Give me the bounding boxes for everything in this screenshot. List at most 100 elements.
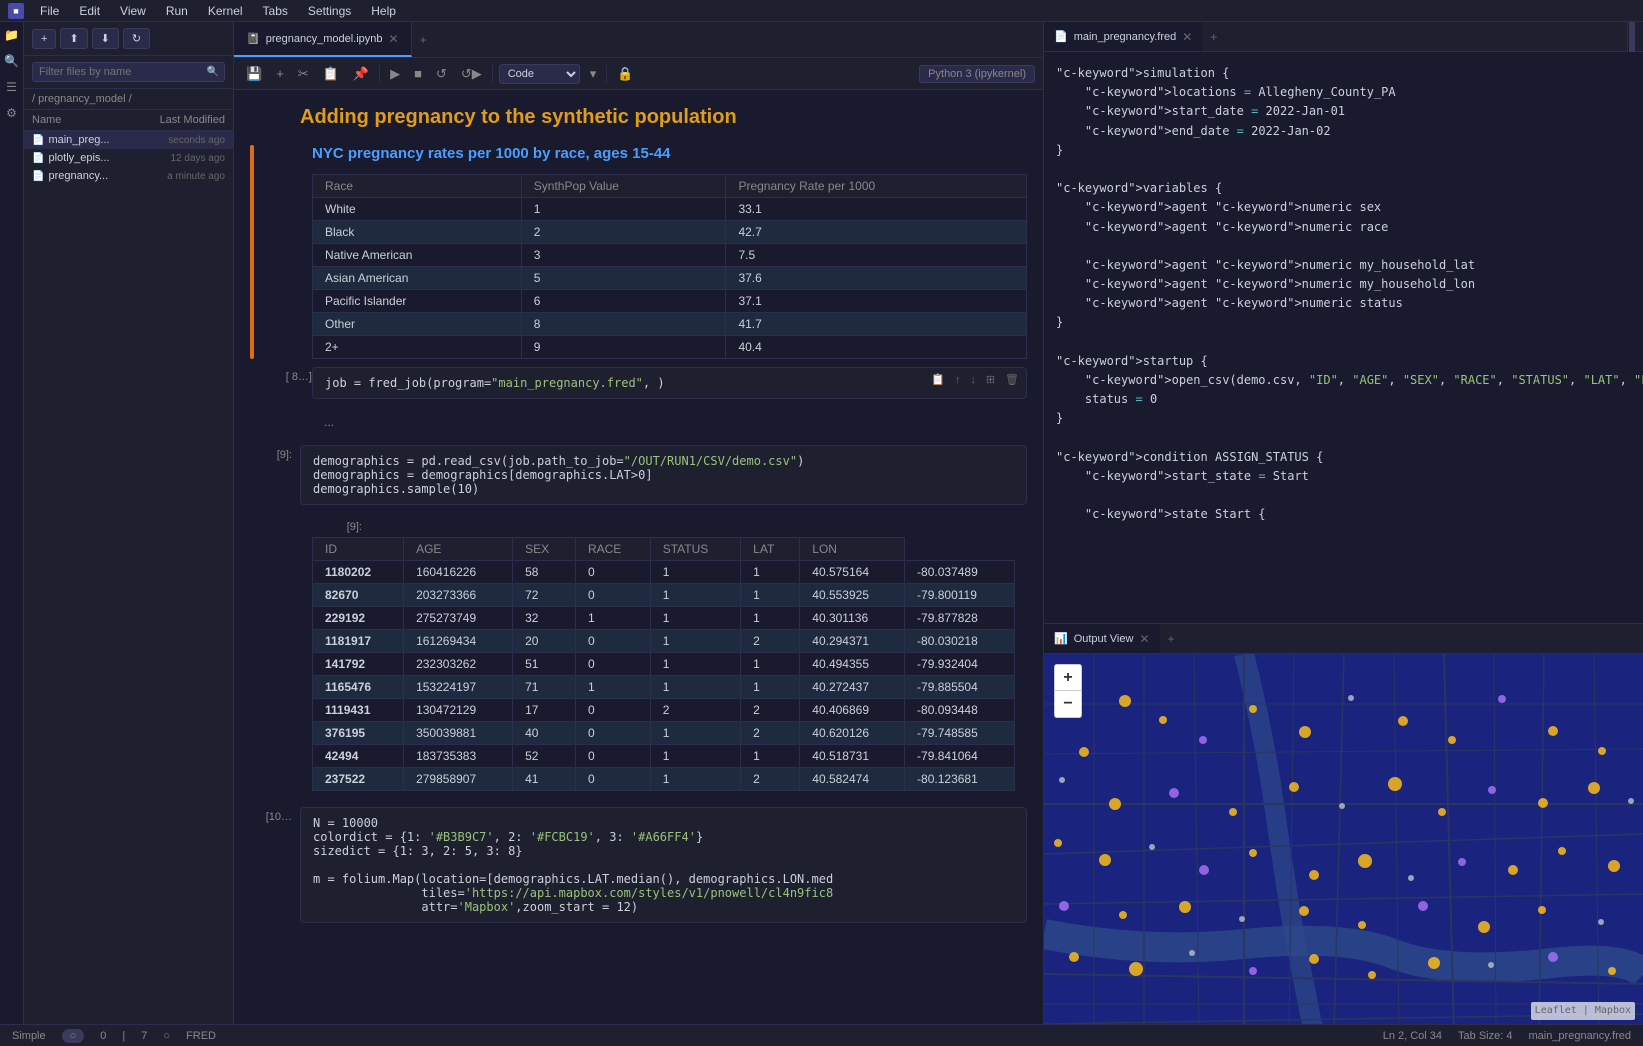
code-line xyxy=(1056,429,1631,448)
status-divider1: | xyxy=(122,1030,125,1042)
cell-delete-btn[interactable]: 🗑 xyxy=(1002,372,1022,387)
map-dot xyxy=(1119,911,1127,919)
cell-type-select[interactable]: Code Markdown xyxy=(499,64,580,84)
menu-run[interactable]: Run xyxy=(162,2,192,20)
file-item-plotly[interactable]: 📄 plotly_epis... 12 days ago xyxy=(24,149,233,167)
code-line: } xyxy=(1056,409,1631,428)
cell-type-chevron[interactable]: ▾ xyxy=(586,64,601,84)
table-row: Native American37.5 xyxy=(313,244,1027,267)
map-dot xyxy=(1628,798,1634,804)
search-input[interactable] xyxy=(32,62,225,82)
copy-button[interactable]: 📋 xyxy=(319,64,343,84)
status-kernel-icon: ○ xyxy=(163,1030,170,1042)
map-dot xyxy=(1299,726,1311,738)
table-row: Other841.7 xyxy=(313,313,1027,336)
cell-up-btn[interactable]: ↑ xyxy=(952,372,964,387)
menu-settings[interactable]: Settings xyxy=(304,2,355,20)
menu-kernel[interactable]: Kernel xyxy=(204,2,247,20)
col-modified-label: Last Modified xyxy=(135,114,225,126)
cut-button[interactable]: ✂ xyxy=(294,64,313,84)
sep1 xyxy=(379,65,380,83)
demo-th: LON xyxy=(800,538,905,561)
sidebar-list-icon[interactable]: ☰ xyxy=(3,78,21,96)
status-toggle[interactable]: ○ xyxy=(62,1029,85,1043)
code-line: "c-keyword">start_date = 2022-Jan-01 xyxy=(1056,102,1631,121)
status-kernel-name: FRED xyxy=(186,1030,216,1042)
cell-number-9: [9]: xyxy=(250,445,300,461)
sidebar-gear-icon[interactable]: ⚙ xyxy=(3,104,21,122)
zoom-in-button[interactable]: + xyxy=(1055,665,1081,691)
add-cell-button[interactable]: + xyxy=(272,64,288,83)
code-editor-content: "c-keyword">simulation { "c-keyword">loc… xyxy=(1044,52,1643,623)
map-dot xyxy=(1059,901,1069,911)
run-button[interactable]: ▶ xyxy=(386,64,404,84)
menu-view[interactable]: View xyxy=(116,2,150,20)
stop-button[interactable]: ■ xyxy=(410,64,426,83)
restart-button[interactable]: ↺ xyxy=(432,64,451,84)
cell-down-btn[interactable]: ↓ xyxy=(967,372,979,387)
status-cursor: Ln 2, Col 34 xyxy=(1383,1030,1442,1042)
output-panel: 📊 Output View ✕ + xyxy=(1044,624,1643,1024)
code-file-icon: 📄 xyxy=(1054,30,1068,43)
map-dot xyxy=(1199,736,1207,744)
menu-file[interactable]: File xyxy=(36,2,63,20)
notebook-tab-add[interactable]: + xyxy=(412,22,435,57)
code-line: "c-keyword">start_state = Start xyxy=(1056,467,1631,486)
cell-copy-btn[interactable]: 📋 xyxy=(928,372,948,387)
cell-content-8: 📋 ↑ ↓ ⊞ 🗑 job = fred_job(program="main_p… xyxy=(312,367,1027,437)
new-file-button[interactable]: + xyxy=(32,29,56,49)
file-item-pregnancy[interactable]: 📄 pregnancy... a minute ago xyxy=(24,167,233,185)
cell-content-table: NYC pregnancy rates per 1000 by race, ag… xyxy=(312,145,1027,359)
menu-help[interactable]: Help xyxy=(367,2,400,20)
table-row: 1417922323032625101140.494355-79.932404 xyxy=(313,653,1015,676)
output-tab[interactable]: 📊 Output View ✕ xyxy=(1044,624,1160,653)
download-button[interactable]: ⬇ xyxy=(92,28,119,49)
zoom-out-button[interactable]: − xyxy=(1055,691,1081,717)
paste-button[interactable]: 📌 xyxy=(349,64,373,84)
cell-input-9[interactable]: demographics = pd.read_csv(job.path_to_j… xyxy=(300,445,1027,505)
trusted-icon[interactable]: 🔒 xyxy=(613,64,637,84)
refresh-button[interactable]: ↻ xyxy=(123,28,150,49)
cell-indicator-table xyxy=(250,145,254,359)
code-editor-tab[interactable]: 📄 main_pregnancy.fred ✕ xyxy=(1044,22,1202,51)
code-editor-tab-add[interactable]: + xyxy=(1202,22,1225,51)
cell-8: [ 8…] 📋 ↑ ↓ ⊞ 🗑 job = fred_job(program="… xyxy=(250,367,1027,437)
cell-move-btn[interactable]: ⊞ xyxy=(983,372,998,387)
file-item-main[interactable]: 📄 main_preg... seconds ago xyxy=(24,131,233,149)
output-close[interactable]: ✕ xyxy=(1139,632,1149,646)
map-dot xyxy=(1079,747,1089,757)
code-line: "c-keyword">locations = Allegheny_County… xyxy=(1056,83,1631,102)
map-dot xyxy=(1348,695,1354,701)
notebook-tab-icon: 📓 xyxy=(246,32,260,45)
map-dot xyxy=(1249,705,1257,713)
sidebar-search-icon[interactable]: 🔍 xyxy=(3,52,21,70)
menu-tabs[interactable]: Tabs xyxy=(259,2,292,20)
menu-edit[interactable]: Edit xyxy=(75,2,104,20)
save-button[interactable]: 💾 xyxy=(242,64,266,84)
map-dot xyxy=(1598,919,1604,925)
map-dot xyxy=(1249,849,1257,857)
table-row: 11194311304721291702240.406869-80.093448 xyxy=(313,699,1015,722)
map-container[interactable]: + − Leaflet | Mapbox xyxy=(1044,654,1643,1024)
file-list-header: Name Last Modified xyxy=(24,110,233,131)
cell-input-10[interactable]: N = 10000 colordict = {1: '#B3B9C7', 2: … xyxy=(300,807,1027,923)
notebook-tab-close[interactable]: ✕ xyxy=(389,32,399,46)
code-line: "c-keyword">startup { xyxy=(1056,352,1631,371)
cell-table: NYC pregnancy rates per 1000 by race, ag… xyxy=(250,145,1027,359)
code-editor-close[interactable]: ✕ xyxy=(1182,30,1192,44)
sidebar-files-icon[interactable]: 📁 xyxy=(3,26,21,44)
breadcrumb: / pregnancy_model / xyxy=(24,89,233,110)
map-dot xyxy=(1478,921,1490,933)
upload-button[interactable]: ⬆ xyxy=(60,28,87,49)
map-dot xyxy=(1358,921,1366,929)
restart-run-button[interactable]: ↺▶ xyxy=(457,64,486,84)
code-line: } xyxy=(1056,313,1631,332)
notebook-tab-pregnancy[interactable]: 📓 pregnancy_model.ipynb ✕ xyxy=(234,22,412,57)
pregnancy-table: Race SynthPop Value Pregnancy Rate per 1… xyxy=(312,174,1027,359)
cell-9: [9]: demographics = pd.read_csv(job.path… xyxy=(250,445,1027,799)
output-tab-add[interactable]: + xyxy=(1160,624,1183,653)
th-race: Race xyxy=(313,175,522,198)
notebook-content[interactable]: Adding pregnancy to the synthetic popula… xyxy=(234,90,1043,1024)
cell-input-8[interactable]: 📋 ↑ ↓ ⊞ 🗑 job = fred_job(program="main_p… xyxy=(312,367,1027,399)
map-dot xyxy=(1199,865,1209,875)
